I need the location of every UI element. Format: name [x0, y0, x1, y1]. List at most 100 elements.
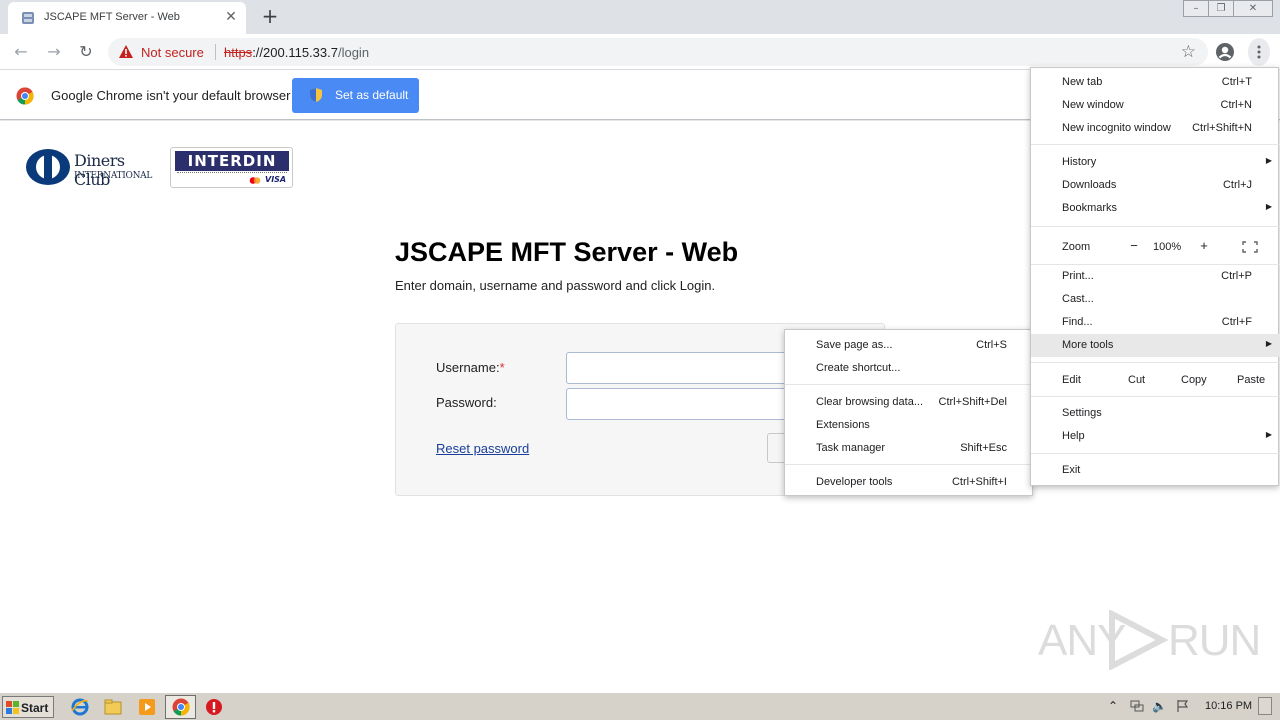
tray-expand-icon[interactable]: ⌃ [1108, 699, 1122, 713]
page-title: JSCAPE MFT Server - Web [395, 237, 739, 267]
url-path: /login [337, 45, 370, 60]
internet-explorer-icon[interactable] [70, 697, 90, 717]
profile-avatar-icon[interactable] [1215, 42, 1235, 62]
menu-item-shortcut: Ctrl+Shift+Del [938, 396, 1007, 408]
menu-item-label: Create shortcut... [816, 362, 901, 374]
edit-row: Edit Cut Copy Paste [1031, 367, 1280, 393]
menu-item-downloads[interactable]: Downloads Ctrl+J [1031, 174, 1280, 197]
paste-button[interactable]: Paste [1237, 374, 1265, 386]
menu-item-label: New tab [1062, 76, 1103, 88]
interdin-logo: INTERDIN VISA [170, 147, 293, 188]
show-desktop-button[interactable] [1258, 697, 1272, 715]
tab-title: JSCAPE MFT Server - Web [44, 11, 180, 23]
action-center-flag-icon[interactable] [1176, 699, 1190, 713]
start-label: Start [21, 701, 49, 715]
not-secure-label[interactable]: Not secure [141, 45, 204, 60]
set-as-default-label: Set as default [335, 88, 409, 102]
visa-logo: VISA [265, 175, 287, 184]
uac-shield-icon [310, 88, 322, 102]
minimize-button[interactable]: – [1183, 0, 1209, 17]
system-tray: ⌃ 🔈 10:16 PM [1104, 696, 1274, 718]
menu-item-label: Bookmarks [1062, 202, 1118, 214]
menu-item-label: Developer tools [816, 476, 893, 488]
bookmark-star-icon[interactable]: ☆ [1181, 42, 1196, 62]
menu-item-label: Exit [1062, 464, 1081, 476]
restore-button[interactable]: ❐ [1208, 0, 1234, 17]
cut-button[interactable]: Cut [1128, 374, 1145, 386]
warning-triangle-icon [119, 45, 133, 58]
menu-item-label: Save page as... [816, 339, 893, 351]
menu-separator [1031, 453, 1280, 454]
watermark-right: RUN [1168, 616, 1261, 665]
chrome-main-menu: New tab Ctrl+T New window Ctrl+N New inc… [1030, 67, 1280, 486]
windows-flag-icon [6, 701, 19, 714]
submenu-arrow-icon: ▶ [1265, 339, 1272, 348]
menu-item-bookmarks[interactable]: Bookmarks ▶ [1031, 197, 1280, 220]
menu-item-print[interactable]: Print... Ctrl+P [1031, 265, 1280, 288]
menu-item-shortcut: Shift+Esc [960, 442, 1007, 454]
chrome-logo-icon [16, 87, 34, 105]
zoom-out-button[interactable]: − [1127, 238, 1141, 253]
media-player-icon[interactable] [137, 697, 157, 717]
three-dots-icon [1257, 45, 1261, 59]
menu-item-more-tools[interactable]: More tools ▶ [1031, 334, 1280, 357]
close-window-button[interactable]: ✕ [1233, 0, 1273, 17]
menu-item-history[interactable]: History ▶ [1031, 151, 1280, 174]
menu-item-label: Clear browsing data... [816, 396, 923, 408]
menu-item-label: New incognito window [1062, 122, 1171, 134]
menu-item-label: More tools [1062, 339, 1114, 351]
reload-icon[interactable]: ↻ [74, 40, 98, 64]
tab-close-icon[interactable]: ✕ [222, 8, 240, 26]
fullscreen-icon[interactable] [1242, 241, 1258, 253]
volume-icon[interactable]: 🔈 [1152, 699, 1167, 713]
menu-item-new-tab[interactable]: New tab Ctrl+T [1031, 71, 1280, 94]
start-button[interactable]: Start [2, 696, 54, 718]
file-explorer-icon[interactable] [103, 697, 123, 717]
submenu-arrow-icon: ▶ [1265, 156, 1272, 165]
new-tab-button[interactable]: + [258, 5, 282, 29]
menu-item-find[interactable]: Find... Ctrl+F [1031, 311, 1280, 334]
password-label: Password: [436, 395, 497, 410]
opera-stop-icon[interactable] [204, 697, 224, 717]
url-text[interactable]: https://200.115.33.7/login [224, 45, 369, 60]
jscape-favicon-icon [22, 12, 34, 24]
taskbar-chrome-button[interactable] [165, 695, 196, 719]
menu-item-label: Extensions [816, 419, 870, 431]
interdin-wordmark: INTERDIN [175, 151, 289, 171]
username-label-text: Username: [436, 360, 500, 375]
menu-item-save-page-as[interactable]: Save page as... Ctrl+S [785, 334, 1034, 357]
menu-item-cast[interactable]: Cast... [1031, 288, 1280, 311]
browser-tab[interactable]: JSCAPE MFT Server - Web ✕ [8, 2, 246, 34]
diners-club-emblem-icon [26, 149, 70, 185]
menu-item-shortcut: Ctrl+T [1221, 76, 1252, 88]
chrome-menu-button[interactable] [1248, 38, 1270, 66]
diners-logo-line2: INTERNATIONAL [74, 171, 153, 181]
reset-password-link[interactable]: Reset password [436, 441, 529, 456]
set-as-default-button[interactable]: Set as default [292, 78, 419, 113]
forward-arrow-icon[interactable]: → [42, 40, 66, 64]
network-icon[interactable] [1130, 699, 1144, 713]
address-bar[interactable]: Not secure https://200.115.33.7/login ☆ [108, 38, 1208, 66]
menu-item-label: Print... [1062, 270, 1094, 282]
menu-item-extensions[interactable]: Extensions [785, 414, 1034, 437]
copy-button[interactable]: Copy [1181, 374, 1207, 386]
required-asterisk: * [499, 360, 505, 375]
zoom-row: Zoom − 100% + [1031, 233, 1280, 261]
menu-item-task-manager[interactable]: Task manager Shift+Esc [785, 437, 1034, 460]
menu-item-settings[interactable]: Settings [1031, 402, 1280, 425]
more-tools-submenu: Save page as... Ctrl+S Create shortcut..… [784, 329, 1034, 496]
mastercard-icon [249, 177, 261, 184]
menu-item-exit[interactable]: Exit [1031, 459, 1280, 482]
diners-logo-line1: Diners Club [74, 151, 125, 189]
menu-item-developer-tools[interactable]: Developer tools Ctrl+Shift+I [785, 471, 1034, 494]
zoom-in-button[interactable]: + [1197, 238, 1211, 253]
menu-item-create-shortcut[interactable]: Create shortcut... [785, 357, 1034, 380]
back-arrow-icon[interactable]: ← [9, 40, 33, 64]
taskbar-clock[interactable]: 10:16 PM [1205, 700, 1252, 712]
menu-item-new-incognito-window[interactable]: New incognito window Ctrl+Shift+N [1031, 117, 1280, 140]
menu-item-help[interactable]: Help ▶ [1031, 425, 1280, 448]
menu-item-label: New window [1062, 99, 1124, 111]
menu-item-clear-browsing-data[interactable]: Clear browsing data... Ctrl+Shift+Del [785, 391, 1034, 414]
menu-item-new-window[interactable]: New window Ctrl+N [1031, 94, 1280, 117]
tab-strip: JSCAPE MFT Server - Web ✕ + – ❐ ✕ [0, 0, 1280, 34]
